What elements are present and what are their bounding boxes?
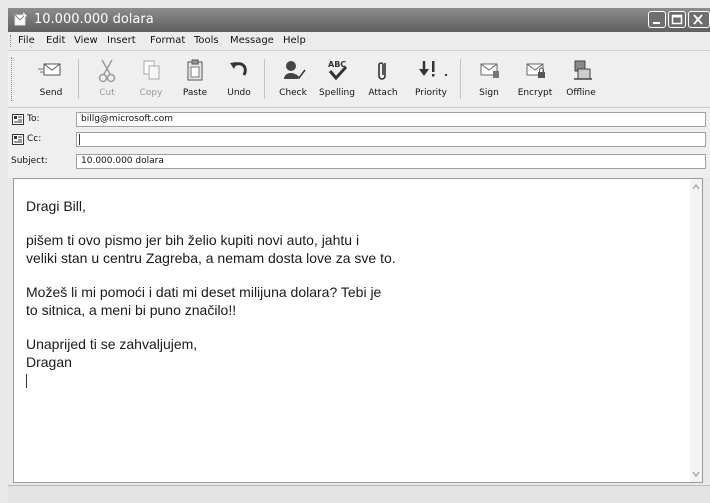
cc-field[interactable] xyxy=(76,132,706,147)
menu-tools[interactable]: Tools xyxy=(194,35,219,46)
paste-icon xyxy=(187,59,203,81)
to-field[interactable]: billg@microsoft.com xyxy=(76,112,706,127)
close-button[interactable] xyxy=(688,11,710,28)
toolbar-grip[interactable] xyxy=(11,57,14,101)
greeting: Dragi Bill, xyxy=(26,198,86,214)
menu-bar: File Edit View Insert Format Tools Messa… xyxy=(8,32,710,51)
menu-insert[interactable]: Insert xyxy=(107,35,136,46)
toolbar-separator xyxy=(264,59,265,99)
attach-label: Attach xyxy=(368,88,398,98)
undo-button[interactable]: Undo xyxy=(216,55,262,103)
sign-label: Sign xyxy=(479,88,499,98)
encrypt-label: Encrypt xyxy=(517,88,553,98)
priority-icon xyxy=(419,61,447,77)
address-book-icon[interactable] xyxy=(12,114,24,125)
paste-label: Paste xyxy=(182,88,208,98)
spelling-button[interactable]: ABC Spelling xyxy=(314,55,360,103)
compose-window: 10.000.000 dolara File Edit View Insert … xyxy=(0,0,710,503)
subject-row: Subject: 10.000.000 dolara xyxy=(8,153,710,171)
copy-button[interactable]: Copy xyxy=(128,55,174,103)
attach-button[interactable]: Attach xyxy=(360,55,406,103)
menu-message[interactable]: Message xyxy=(230,35,274,46)
scroll-up-icon[interactable] xyxy=(690,181,702,193)
check-names-icon xyxy=(284,61,306,80)
check-names-button[interactable]: Check xyxy=(270,55,316,103)
text-caret xyxy=(79,134,80,145)
minimize-button[interactable] xyxy=(648,11,666,28)
new-message-icon xyxy=(14,12,27,26)
vertical-scrollbar[interactable] xyxy=(690,179,702,482)
maximize-icon xyxy=(671,14,683,25)
priority-label: Priority xyxy=(414,88,448,98)
paperclip-icon xyxy=(378,62,386,80)
menu-help[interactable]: Help xyxy=(283,35,306,46)
to-label: To: xyxy=(27,114,40,124)
undo-icon xyxy=(230,62,247,76)
spelling-label: Spelling xyxy=(319,88,355,98)
send-button[interactable]: Send xyxy=(28,55,74,103)
address-book-icon[interactable] xyxy=(12,134,24,145)
maximize-button[interactable] xyxy=(668,11,686,28)
menu-format[interactable]: Format xyxy=(150,35,185,46)
cut-label: Cut xyxy=(99,88,115,98)
sign-icon xyxy=(480,63,499,78)
toolbar: Send Cut Copy Paste Undo Check ABC Spell… xyxy=(8,51,710,108)
sign-button[interactable]: Sign xyxy=(466,55,512,103)
closing: Unaprijed ti se zahvaljujem, Dragan xyxy=(26,336,198,370)
cc-row: Cc: xyxy=(8,131,710,149)
menu-file[interactable]: File xyxy=(18,35,35,46)
copy-icon xyxy=(143,60,160,80)
encrypt-button[interactable]: Encrypt xyxy=(512,55,558,103)
send-icon xyxy=(38,63,61,76)
cut-button[interactable]: Cut xyxy=(84,55,130,103)
paragraph-2: Možeš li mi pomoći i dati mi deset milij… xyxy=(26,284,382,318)
to-row: To: billg@microsoft.com xyxy=(8,111,710,129)
window-title: 10.000.000 dolara xyxy=(34,12,154,27)
menu-grip[interactable] xyxy=(10,35,13,47)
undo-label: Undo xyxy=(227,88,251,98)
message-text[interactable]: Dragi Bill, pišem ti ovo pismo jer bih ž… xyxy=(26,197,666,389)
encrypt-icon xyxy=(526,63,545,78)
toolbar-separator xyxy=(78,59,79,99)
send-label: Send xyxy=(39,88,63,98)
copy-label: Copy xyxy=(139,88,163,98)
subject-label: Subject: xyxy=(11,156,48,166)
minimize-icon xyxy=(653,22,660,24)
check-label: Check xyxy=(279,88,307,98)
message-header: To: billg@microsoft.com Cc: Subject: 10.… xyxy=(8,108,710,178)
subject-field[interactable]: 10.000.000 dolara xyxy=(76,154,706,169)
offline-label: Offline xyxy=(566,88,596,98)
offline-button[interactable]: Offline xyxy=(558,55,604,103)
menu-view[interactable]: View xyxy=(74,35,98,46)
priority-button[interactable]: Priority xyxy=(406,55,456,103)
paragraph-1: pišem ti ovo pismo jer bih želio kupiti … xyxy=(26,232,396,266)
menu-edit[interactable]: Edit xyxy=(46,35,65,46)
scroll-down-icon[interactable] xyxy=(690,468,702,480)
cc-label: Cc: xyxy=(27,134,42,144)
toolbar-separator xyxy=(460,59,461,99)
close-icon xyxy=(693,14,703,25)
text-caret xyxy=(26,374,27,389)
paste-button[interactable]: Paste xyxy=(172,55,218,103)
scissors-icon xyxy=(98,59,116,83)
title-bar[interactable]: 10.000.000 dolara xyxy=(8,8,710,32)
status-bar xyxy=(8,485,710,503)
spelling-icon: ABC xyxy=(328,60,348,81)
message-body[interactable]: Dragi Bill, pišem ti ovo pismo jer bih ž… xyxy=(13,178,703,483)
offline-icon xyxy=(574,60,592,80)
